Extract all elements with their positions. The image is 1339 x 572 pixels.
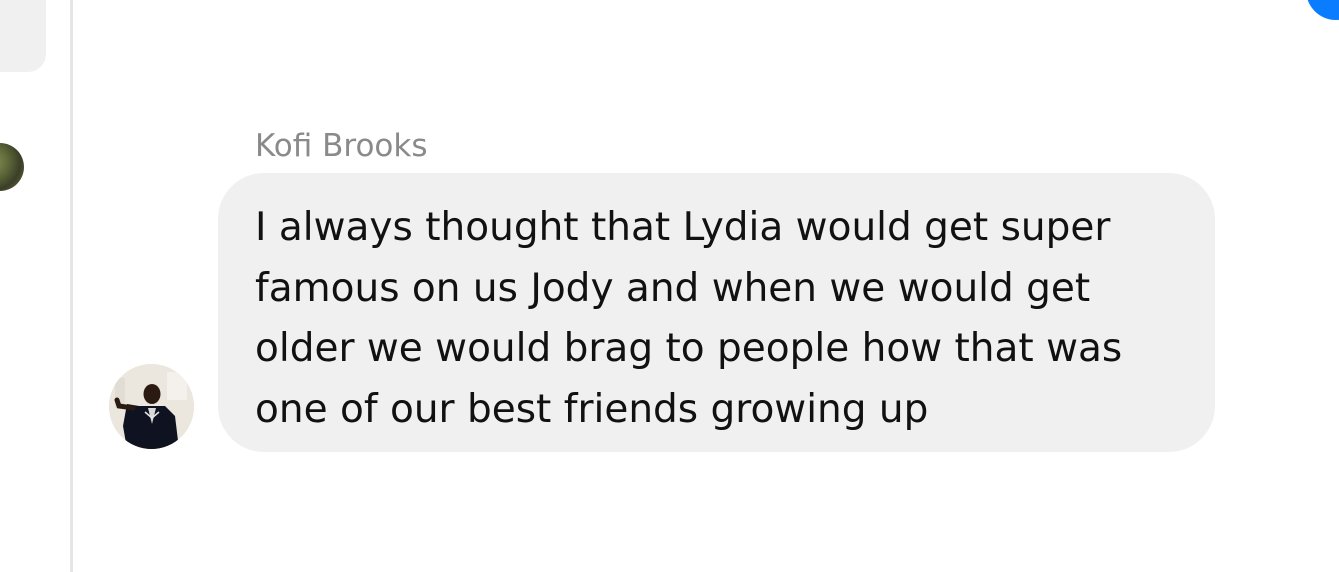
panel-divider [70,0,73,572]
sender-avatar[interactable] [109,364,194,449]
message-text: I always thought that Lydia would get su… [255,205,1123,432]
conversation-list-card[interactable] [0,0,46,72]
conversation-avatar[interactable] [0,143,24,191]
outgoing-message-bubble [1306,0,1339,20]
message-bubble[interactable]: I always thought that Lydia would get su… [218,173,1215,452]
user-avatar-icon [109,364,194,449]
sender-name: Kofi Brooks [255,128,428,164]
